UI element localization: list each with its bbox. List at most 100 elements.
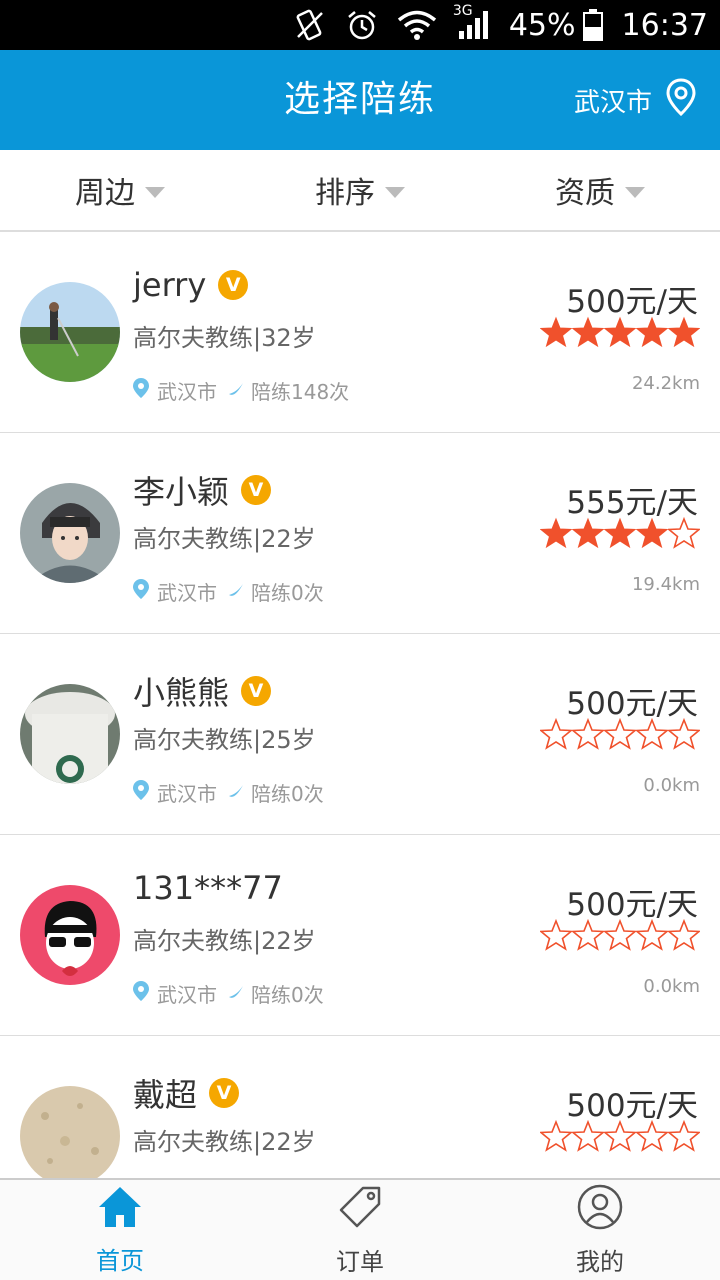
coach-job: 高尔夫教练|22岁 (133, 525, 316, 553)
coach-card[interactable]: 131***77 高尔夫教练|22岁 武汉市 陪练0次 500元/天 0.0km (0, 835, 720, 1036)
coach-name: jerry (133, 266, 207, 304)
star-empty-icon (572, 919, 604, 951)
coach-name: 小熊熊 (133, 674, 230, 712)
star-filled-icon (604, 316, 636, 348)
city-label: 武汉市 (573, 87, 652, 118)
verified-badge-icon: V (218, 270, 249, 300)
coach-list: jerry V 高尔夫教练|32岁 武汉市 陪练148次 500元/天 24.2… (0, 232, 720, 1178)
dropdown-arrow-icon (145, 186, 165, 198)
location-pin-icon (666, 77, 696, 123)
coach-city: 武汉市 (157, 782, 217, 806)
coach-name: 戴超 (133, 1076, 198, 1114)
rating-stars (540, 1120, 700, 1152)
coach-city: 武汉市 (157, 581, 217, 605)
coach-sessions: 陪练0次 (251, 581, 324, 605)
coach-job: 高尔夫教练|25岁 (133, 726, 316, 754)
alarm-icon (345, 8, 379, 42)
app-header: 选择陪练 武汉市 (0, 50, 720, 150)
star-filled-icon (572, 316, 604, 348)
status-bar: 3G 45% 16:37 (0, 0, 720, 50)
rating-stars (540, 316, 700, 348)
filter-label: 资质 (555, 176, 615, 211)
clock: 16:37 (621, 7, 708, 43)
filter-label: 周边 (75, 176, 135, 211)
coach-distance: 0.0km (643, 976, 700, 997)
filter-label: 排序 (315, 176, 375, 211)
tab-profile[interactable]: 我的 (480, 1180, 720, 1280)
coach-meta: 武汉市 陪练0次 (133, 577, 324, 606)
location-pin-icon (133, 981, 149, 1006)
coach-price: 555元/天 (566, 485, 698, 521)
avatar (20, 684, 120, 784)
star-empty-icon (572, 1120, 604, 1152)
star-empty-icon (636, 1120, 668, 1152)
tab-home[interactable]: 首页 (0, 1180, 240, 1280)
filter-qualification[interactable]: 资质 (480, 150, 720, 230)
home-icon (97, 1185, 143, 1235)
coach-card[interactable]: 李小颖 V 高尔夫教练|22岁 武汉市 陪练0次 555元/天 19.4km (0, 433, 720, 634)
tab-label: 订单 (336, 1247, 384, 1276)
rating-stars (540, 919, 700, 951)
verified-badge-icon: V (241, 676, 272, 706)
star-empty-icon (604, 919, 636, 951)
avatar (20, 483, 120, 583)
coach-meta: 武汉市 陪练0次 (133, 778, 324, 807)
name-row: 131***77 (133, 869, 283, 907)
star-empty-icon (540, 1120, 572, 1152)
star-empty-icon (668, 718, 700, 750)
star-filled-icon (540, 517, 572, 549)
location-pin-icon (133, 378, 149, 403)
star-empty-icon (540, 718, 572, 750)
coach-name: 李小颖 (133, 473, 230, 511)
rating-stars (540, 517, 700, 549)
coach-card[interactable]: jerry V 高尔夫教练|32岁 武汉市 陪练148次 500元/天 24.2… (0, 232, 720, 433)
coach-city: 武汉市 (157, 380, 217, 404)
tag-icon (337, 1184, 383, 1236)
rating-stars (540, 718, 700, 750)
avatar (20, 885, 120, 985)
star-filled-icon (572, 517, 604, 549)
dropdown-arrow-icon (385, 186, 405, 198)
coach-price: 500元/天 (566, 1088, 698, 1124)
coach-distance: 0.0km (643, 775, 700, 796)
coach-name: 131***77 (133, 869, 283, 907)
coach-job: 高尔夫教练|22岁 (133, 927, 316, 955)
signal-icon: 3G (453, 3, 491, 41)
user-icon (577, 1184, 623, 1236)
wifi-icon (397, 9, 437, 41)
tab-label: 我的 (576, 1247, 624, 1276)
location-pin-icon (133, 579, 149, 604)
coach-card[interactable]: 戴超 V 高尔夫教练|22岁 500元/天 (0, 1036, 720, 1178)
filter-sort[interactable]: 排序 (240, 150, 480, 230)
coach-job: 高尔夫教练|32岁 (133, 324, 316, 352)
coach-meta: 武汉市 陪练0次 (133, 979, 324, 1008)
battery-icon (582, 8, 604, 42)
star-empty-icon (636, 718, 668, 750)
star-empty-icon (668, 919, 700, 951)
star-filled-icon (540, 316, 572, 348)
tab-orders[interactable]: 订单 (240, 1180, 480, 1280)
star-filled-icon (604, 517, 636, 549)
coach-card[interactable]: 小熊熊 V 高尔夫教练|25岁 武汉市 陪练0次 500元/天 0.0km (0, 634, 720, 835)
verified-badge-icon: V (209, 1078, 240, 1108)
coach-sessions: 陪练0次 (251, 983, 324, 1007)
star-empty-icon (604, 718, 636, 750)
coach-price: 500元/天 (566, 887, 698, 923)
dropdown-arrow-icon (625, 186, 645, 198)
name-row: 戴超 V (133, 1070, 240, 1116)
location-pin-icon (133, 780, 149, 805)
star-empty-icon (572, 718, 604, 750)
coach-job: 高尔夫教练|22岁 (133, 1128, 316, 1156)
coach-sessions: 陪练148次 (251, 380, 350, 404)
city-selector[interactable]: 武汉市 (574, 50, 696, 150)
coach-price: 500元/天 (566, 686, 698, 722)
star-empty-icon (668, 1120, 700, 1152)
star-empty-icon (540, 919, 572, 951)
vibrate-icon (293, 8, 327, 42)
verified-badge-icon: V (241, 475, 272, 505)
bottom-tab-bar: 首页 订单 我的 (0, 1178, 720, 1280)
tab-label: 首页 (96, 1246, 144, 1275)
network-type: 3G (452, 3, 473, 19)
filter-nearby[interactable]: 周边 (0, 150, 240, 230)
name-row: 小熊熊 V (133, 668, 272, 714)
